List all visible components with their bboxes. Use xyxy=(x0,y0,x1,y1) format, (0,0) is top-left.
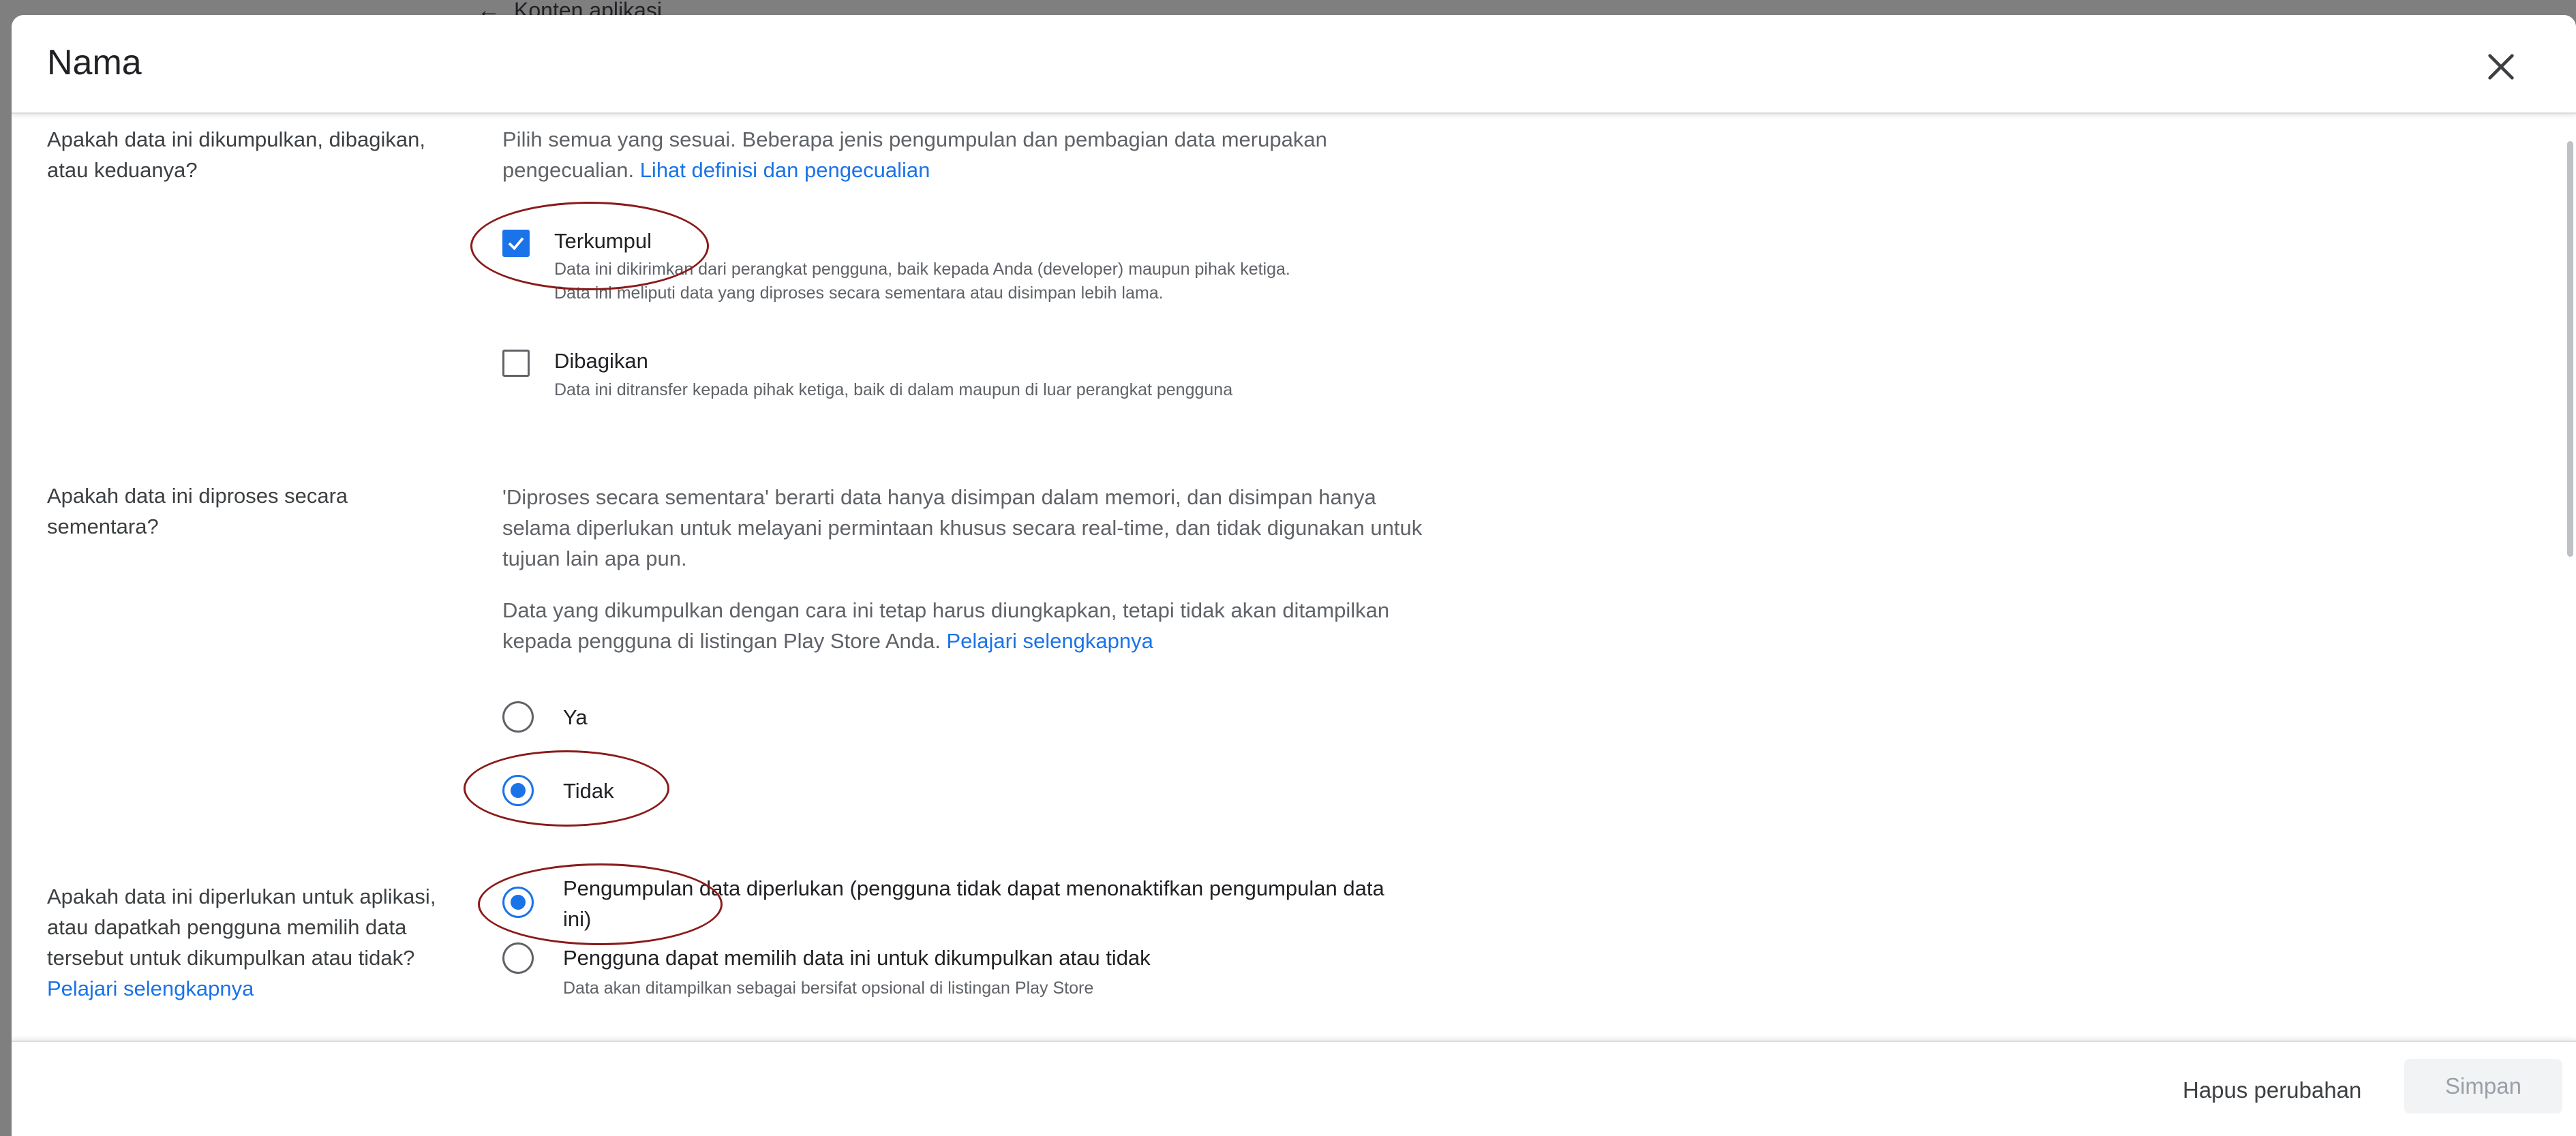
q2-para2: Data yang dikumpulkan dengan cara ini te… xyxy=(502,595,1443,656)
collected-checkbox[interactable] xyxy=(502,230,530,257)
required-radio[interactable] xyxy=(502,887,534,918)
dialog-content: Apakah data ini dikumpulkan, dibagikan, … xyxy=(12,115,2576,1041)
collected-option-label[interactable]: Terkumpul xyxy=(554,228,652,255)
ephemeral-yes-radio[interactable] xyxy=(502,701,534,733)
discard-changes-button[interactable]: Hapus perubahan xyxy=(2183,1077,2361,1103)
q2-label: Apakah data ini diproses secara sementar… xyxy=(47,484,348,538)
shared-checkbox[interactable] xyxy=(502,350,530,377)
q2-para1: 'Diproses secara sementara' berarti data… xyxy=(502,485,1423,570)
shared-option-label[interactable]: Dibagikan xyxy=(554,348,648,375)
q3-label-text: Apakah data ini diperlukan untuk aplikas… xyxy=(47,885,436,970)
optional-option-desc: Data akan ditampilkan sebagai bersifat o… xyxy=(563,979,1094,998)
learn-more-link[interactable]: Pelajari selengkapnya xyxy=(947,629,1153,653)
optional-radio[interactable] xyxy=(502,942,534,974)
ephemeral-yes-label[interactable]: Ya xyxy=(563,704,588,731)
dialog-title: Nama xyxy=(47,43,142,82)
definitions-link[interactable]: Lihat definisi dan pengecualian xyxy=(640,158,930,182)
q3-learn-more-link[interactable]: Pelajari selengkapnya xyxy=(47,977,254,1000)
q1-label: Apakah data ini dikumpulkan, dibagikan, … xyxy=(47,127,425,182)
data-type-dialog: Nama Apakah data ini dikumpulkan, dibagi… xyxy=(12,15,2576,1136)
ephemeral-no-label[interactable]: Tidak xyxy=(563,778,614,805)
q3-label: Apakah data ini diperlukan untuk aplikas… xyxy=(47,881,470,1004)
shared-option-desc: Data ini ditransfer kepada pihak ketiga,… xyxy=(554,380,1233,399)
dialog-footer: Hapus perubahan Simpan xyxy=(12,1041,2576,1136)
optional-option-label[interactable]: Pengguna dapat memilih data ini untuk di… xyxy=(563,945,1151,972)
collected-option-desc-2: Data ini meliputi data yang diproses sec… xyxy=(554,283,1164,303)
checkmark-icon xyxy=(508,237,524,251)
q1-intro: Pilih semua yang sesuai. Beberapa jenis … xyxy=(502,124,1443,185)
dialog-header: Nama xyxy=(12,15,2576,114)
required-option-label[interactable]: Pengumpulan data diperlukan (pengguna ti… xyxy=(563,873,1401,934)
collected-option-desc-1: Data ini dikirimkan dari perangkat pengg… xyxy=(554,260,1290,279)
save-button[interactable]: Simpan xyxy=(2404,1059,2562,1114)
scrollbar[interactable] xyxy=(2567,141,2573,557)
ephemeral-no-radio[interactable] xyxy=(502,775,534,806)
close-icon xyxy=(2488,54,2514,80)
close-button[interactable] xyxy=(2482,48,2520,86)
